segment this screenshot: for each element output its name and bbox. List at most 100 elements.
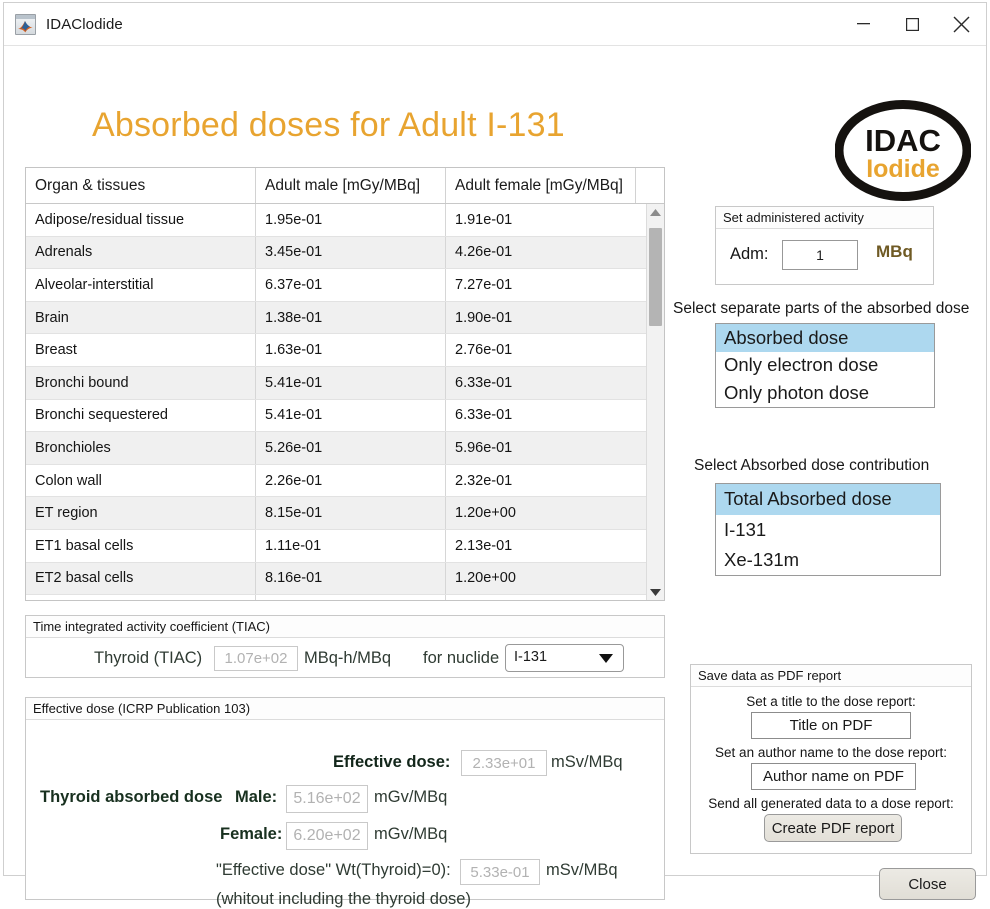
administered-activity-panel-title: Set administered activity: [716, 207, 933, 229]
dose-contribution-listbox[interactable]: Total Absorbed dose I-131 Xe-131m: [715, 483, 941, 576]
male-value-field: [286, 785, 368, 813]
effective-dose-panel-title: Effective dose (ICRP Publication 103): [26, 698, 664, 720]
cell-organ: Bronchi bound: [26, 366, 256, 399]
table-header-row: Organ & tissues Adult male [mGy/MBq] Adu…: [26, 168, 664, 204]
female-unit: mGv/MBq: [374, 825, 448, 843]
pdf-author-caption: Set an author name to the dose report:: [715, 745, 947, 760]
cell-male: 5.41e-01: [256, 399, 446, 432]
adm-input[interactable]: [782, 240, 858, 270]
column-header-spacer: [636, 168, 664, 203]
adm-unit-label: MBq: [876, 242, 913, 261]
effective-dose-label: Effective dose:: [333, 753, 451, 771]
tiac-unit-label: MBq-h/MBq: [304, 649, 392, 667]
table-row[interactable]: Brain 1.38e-01 1.90e-01: [26, 301, 646, 335]
cell-organ: Endosteum (bone surface): [26, 595, 256, 600]
table-vertical-scrollbar[interactable]: [646, 204, 664, 600]
effective-dose-panel: Effective dose (ICRP Publication 103) Ef…: [25, 697, 665, 908]
adm-label: Adm:: [730, 245, 769, 263]
pdf-report-panel-title: Save data as PDF report: [691, 665, 971, 687]
table-row[interactable]: Bronchi sequestered 5.41e-01 6.33e-01: [26, 399, 646, 433]
close-window-button[interactable]: [937, 4, 986, 45]
thyroid-absorbed-dose-label: Thyroid absorbed dose: [40, 788, 223, 806]
page-title: Absorbed doses for Adult I-131: [92, 106, 565, 144]
cell-female: 7.27e-01: [455, 276, 513, 293]
cell-female: 2.13e-01: [455, 537, 513, 554]
pdf-title-caption: Set a title to the dose report:: [746, 694, 916, 709]
dose-contribution-option-xe131m[interactable]: Xe-131m: [716, 545, 940, 575]
dose-parts-caption: Select separate parts of the absorbed do…: [673, 300, 970, 317]
cell-organ: Alveolar-interstitial: [26, 269, 256, 301]
cell-female: 2.32e-01: [455, 472, 513, 489]
cell-male: 3.45e-01: [256, 236, 446, 269]
titlebar-left-group: IDAClodide: [4, 13, 839, 35]
pdf-author-input[interactable]: [751, 763, 916, 790]
cell-male: 1.11e-01: [256, 529, 446, 562]
tiac-label: Thyroid (TIAC): [94, 649, 203, 667]
minimize-icon: [857, 23, 870, 25]
dose-parts-option-photon[interactable]: Only photon dose: [716, 379, 934, 407]
table-row[interactable]: Bronchioles 5.26e-01 5.96e-01: [26, 432, 646, 465]
pdf-title-input[interactable]: [751, 712, 911, 739]
tiac-value-field: [214, 646, 298, 671]
cell-female: 6.33e-01: [455, 407, 513, 424]
table-row[interactable]: Colon wall 2.26e-01 2.32e-01: [26, 464, 646, 498]
scroll-up-arrow-icon[interactable]: [647, 204, 664, 221]
table-row[interactable]: Adrenals 3.45e-01 4.26e-01: [26, 236, 646, 270]
cell-male: 1.38e-01: [256, 301, 446, 334]
table-body-viewport: Adipose/residual tissue 1.95e-01 1.91e-0…: [26, 204, 664, 600]
tiac-panel-title: Time integrated activity coefficient (TI…: [26, 616, 664, 638]
dose-contribution-option-i131[interactable]: I-131: [716, 515, 940, 546]
logo-secondary-text: Iodide: [866, 155, 940, 183]
cell-organ: Bronchioles: [26, 432, 256, 464]
table-row[interactable]: Alveolar-interstitial 6.37e-01 7.27e-01: [26, 269, 646, 302]
table-row[interactable]: Adipose/residual tissue 1.95e-01 1.91e-0…: [26, 204, 646, 237]
cell-female: 2.76e-01: [455, 342, 513, 359]
maximize-icon: [906, 17, 919, 31]
dose-parts-option-absorbed[interactable]: Absorbed dose: [716, 324, 934, 352]
dose-parts-option-electron[interactable]: Only electron dose: [716, 352, 934, 380]
scroll-down-arrow-icon[interactable]: [647, 584, 664, 600]
nuclide-dropdown[interactable]: I-131: [505, 644, 624, 672]
window-titlebar: IDAClodide: [4, 3, 986, 46]
dose-contribution-caption: Select Absorbed dose contribution: [694, 457, 930, 474]
organ-dose-table[interactable]: Organ & tissues Adult male [mGy/MBq] Adu…: [25, 167, 665, 601]
table-row[interactable]: ET2 basal cells 8.16e-01 1.20e+00: [26, 562, 646, 596]
cell-male: 1.95e-01: [256, 204, 446, 236]
table-row[interactable]: ET1 basal cells 1.11e-01 2.13e-01: [26, 529, 646, 563]
cell-female: 4.26e-01: [455, 244, 513, 261]
cell-female: 1.20e+00: [455, 505, 516, 522]
cell-organ: Brain: [26, 301, 256, 334]
cell-female: 2.82e-01: [446, 595, 636, 600]
cell-organ: ET2 basal cells: [26, 562, 256, 595]
close-icon: [953, 16, 970, 32]
application-window: IDAClodide Absorbed doses for Adult I-13…: [3, 2, 987, 908]
tiac-panel: Time integrated activity coefficient (TI…: [25, 615, 665, 678]
scrollbar-thumb[interactable]: [649, 228, 662, 326]
table-row[interactable]: ET region 8.15e-01 1.20e+00: [26, 497, 646, 530]
minimize-button[interactable]: [839, 4, 888, 45]
close-button[interactable]: Close: [879, 868, 976, 900]
dose-parts-listbox[interactable]: Absorbed dose Only electron dose Only ph…: [715, 323, 935, 408]
male-label: Male:: [235, 788, 278, 806]
cell-organ: Breast: [26, 334, 256, 366]
effective-dose-unit: mSv/MBq: [551, 753, 623, 771]
administered-activity-panel: Set administered activity Adm: MBq: [715, 206, 934, 285]
pdf-send-caption: Send all generated data to a dose report…: [708, 796, 954, 811]
cell-male: 2.23e-01: [256, 595, 446, 600]
table-row[interactable]: Bronchi bound 5.41e-01 6.33e-01: [26, 366, 646, 400]
cell-male: 2.26e-01: [256, 464, 446, 497]
dose-contribution-option-total[interactable]: Total Absorbed dose: [716, 484, 940, 515]
table-row[interactable]: Endosteum (bone surface) 2.23e-01 2.82e-…: [26, 595, 646, 600]
table-body: Adipose/residual tissue 1.95e-01 1.91e-0…: [26, 204, 646, 600]
wt-thyroid-zero-value-field: [460, 859, 540, 885]
create-pdf-report-button[interactable]: Create PDF report: [764, 814, 902, 842]
cell-organ: ET1 basal cells: [26, 529, 256, 562]
cell-male: 8.15e-01: [256, 497, 446, 529]
cell-male: 5.41e-01: [256, 366, 446, 399]
column-header-organ: Organ & tissues: [26, 168, 256, 203]
cell-organ: Adipose/residual tissue: [26, 204, 256, 236]
maximize-button[interactable]: [888, 4, 937, 45]
chevron-down-icon: [599, 654, 613, 663]
wt-thyroid-zero-note: (whitout including the thyroid dose): [216, 890, 471, 908]
table-row[interactable]: Breast 1.63e-01 2.76e-01: [26, 334, 646, 367]
